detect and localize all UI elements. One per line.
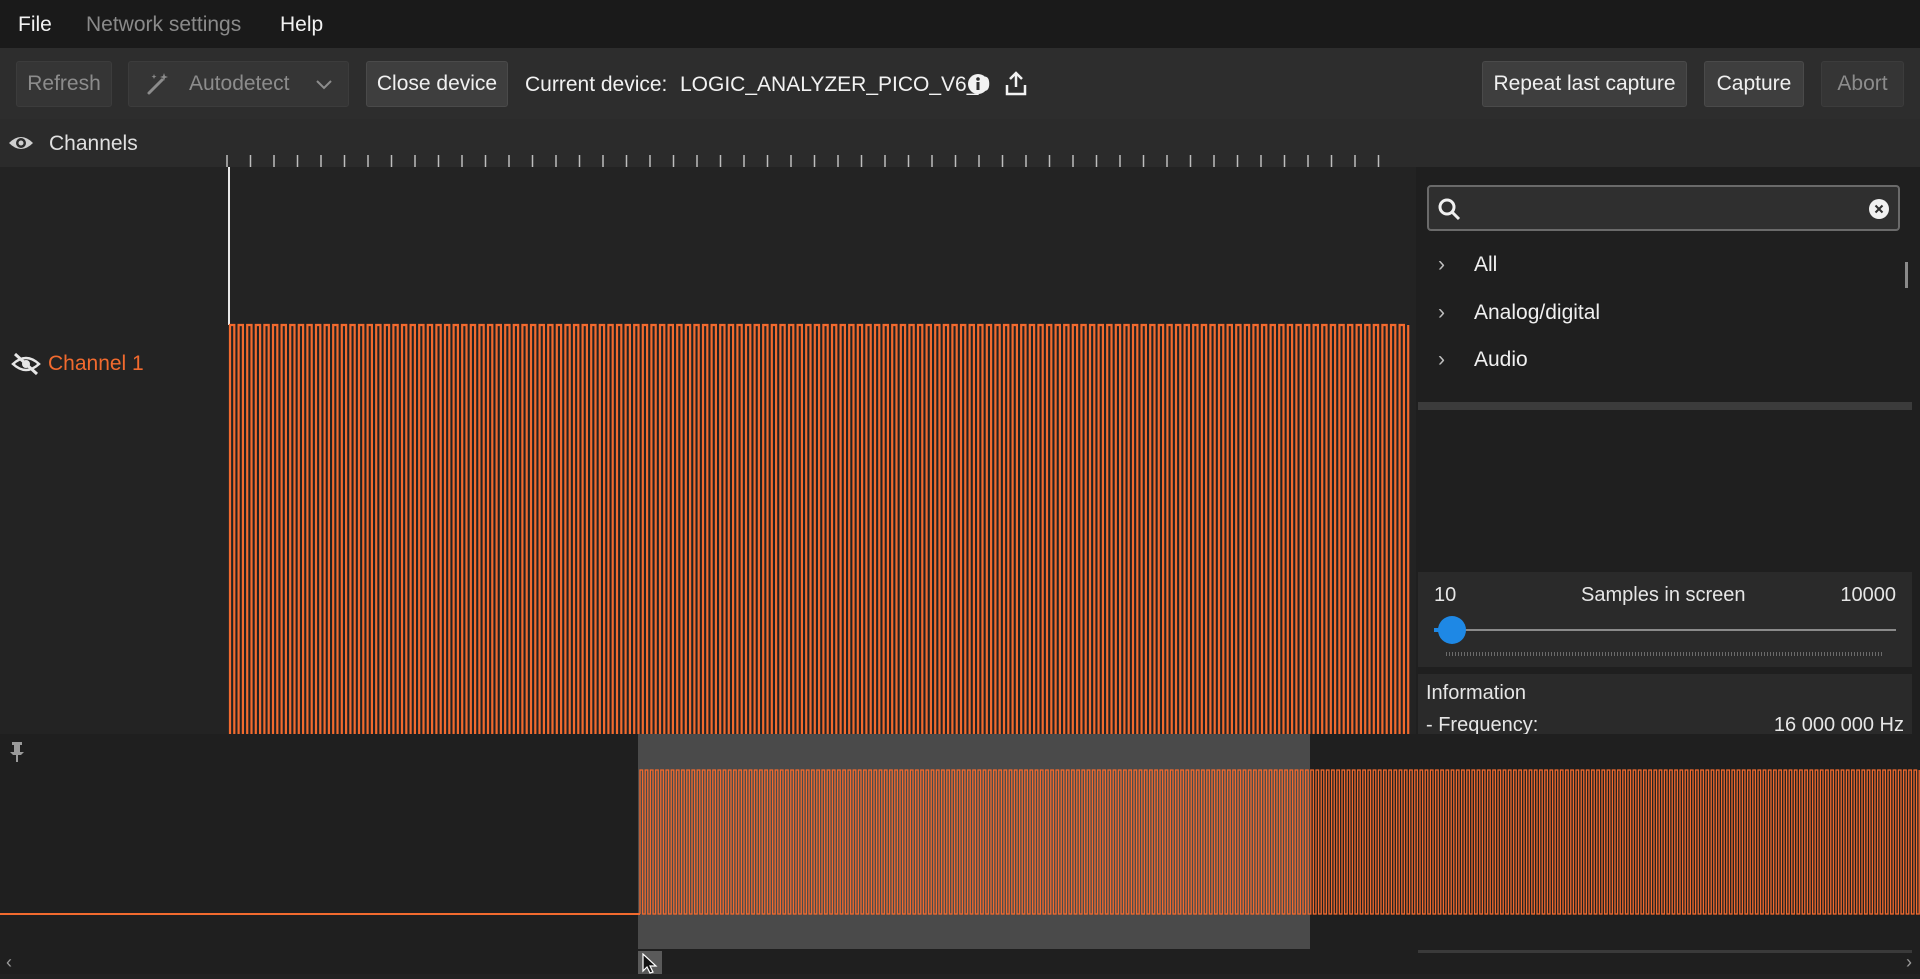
samples-slider-track[interactable] (1434, 629, 1896, 631)
abort-label: Abort (1837, 72, 1888, 95)
capture-label: Capture (1716, 72, 1792, 95)
menu-network-settings[interactable]: Network settings (86, 13, 241, 37)
close-device-label: Close device (376, 72, 498, 95)
samples-max: 10000 (1840, 584, 1896, 606)
refresh-button[interactable]: Refresh (16, 61, 112, 107)
decoder-tree-item-all[interactable]: › All (1438, 253, 1497, 277)
magic-wand-icon (145, 71, 171, 97)
repeat-last-capture-label: Repeat last capture (1493, 72, 1676, 95)
tree-item-label: All (1474, 253, 1498, 276)
channels-title: Channels (49, 132, 138, 155)
autodetect-dropdown[interactable]: Autodetect (128, 61, 349, 107)
clear-search-icon[interactable] (1868, 198, 1890, 225)
information-title: Information (1426, 682, 1527, 704)
menu-bar: File Network settings Help (0, 0, 1920, 48)
decoder-tree-scrollbar[interactable] (1905, 262, 1908, 288)
eye-off-icon[interactable] (11, 352, 41, 381)
channel-1-signal-trace (228, 323, 1410, 734)
samples-panel: 10 Samples in screen 10000 (1418, 572, 1912, 667)
refresh-label: Refresh (27, 72, 101, 95)
overview-scrollbar-track[interactable] (1418, 950, 1912, 953)
decoder-tree-item-analog-digital[interactable]: › Analog/digital (1438, 301, 1600, 325)
autodetect-label: Autodetect (189, 72, 290, 95)
info-icon[interactable] (967, 73, 989, 100)
information-panel: Information - Frequency: 16 000 000 Hz (1418, 674, 1912, 734)
decoder-search-input[interactable] (1469, 193, 1853, 225)
samples-label: Samples in screen (1581, 584, 1746, 606)
abort-button[interactable]: Abort (1821, 61, 1904, 107)
channel-1-label[interactable]: Channel 1 (48, 352, 144, 376)
overview-signal-trace (639, 769, 1920, 915)
scroll-left-icon[interactable]: ‹ (6, 952, 12, 973)
decoder-search-box[interactable] (1427, 185, 1900, 231)
capture-button[interactable]: Capture (1704, 61, 1804, 107)
scroll-right-icon[interactable]: › (1906, 952, 1912, 973)
chevron-right-icon: › (1438, 301, 1445, 324)
tree-splitter[interactable] (1418, 402, 1912, 410)
menu-help[interactable]: Help (280, 13, 323, 37)
eye-icon[interactable] (8, 133, 34, 158)
current-device-label: Current device: (525, 73, 668, 96)
frequency-label: - Frequency: (1426, 714, 1539, 734)
mouse-cursor-icon (642, 952, 658, 979)
toolbar: Refresh Autodetect Close device Current … (0, 48, 1920, 119)
close-device-button[interactable]: Close device (366, 61, 508, 107)
frequency-value: 16 000 000 Hz (1773, 714, 1904, 734)
repeat-last-capture-button[interactable]: Repeat last capture (1482, 61, 1687, 107)
samples-slider-thumb[interactable] (1438, 616, 1467, 644)
tree-item-label: Analog/digital (1474, 301, 1601, 324)
decoder-tree-item-audio[interactable]: › Audio (1438, 348, 1528, 372)
time-ruler (226, 155, 1380, 167)
channel-1-waveform[interactable] (225, 167, 1411, 734)
samples-slider-ticks (1446, 652, 1884, 656)
chevron-right-icon: › (1438, 253, 1445, 276)
samples-min: 10 (1434, 584, 1457, 606)
search-icon (1437, 197, 1461, 226)
menu-file[interactable]: File (18, 13, 52, 37)
tree-item-label: Audio (1474, 348, 1528, 371)
chevron-down-icon (314, 74, 334, 100)
current-device-value: LOGIC_ANALYZER_PICO_V6_0 (680, 73, 991, 96)
overview-waveform (0, 769, 1920, 915)
capture-overview: ‹ › (0, 734, 1920, 974)
upload-icon[interactable] (1004, 71, 1028, 102)
signal-area: Channel 1 (0, 167, 1416, 734)
chevron-right-icon: › (1438, 348, 1445, 371)
